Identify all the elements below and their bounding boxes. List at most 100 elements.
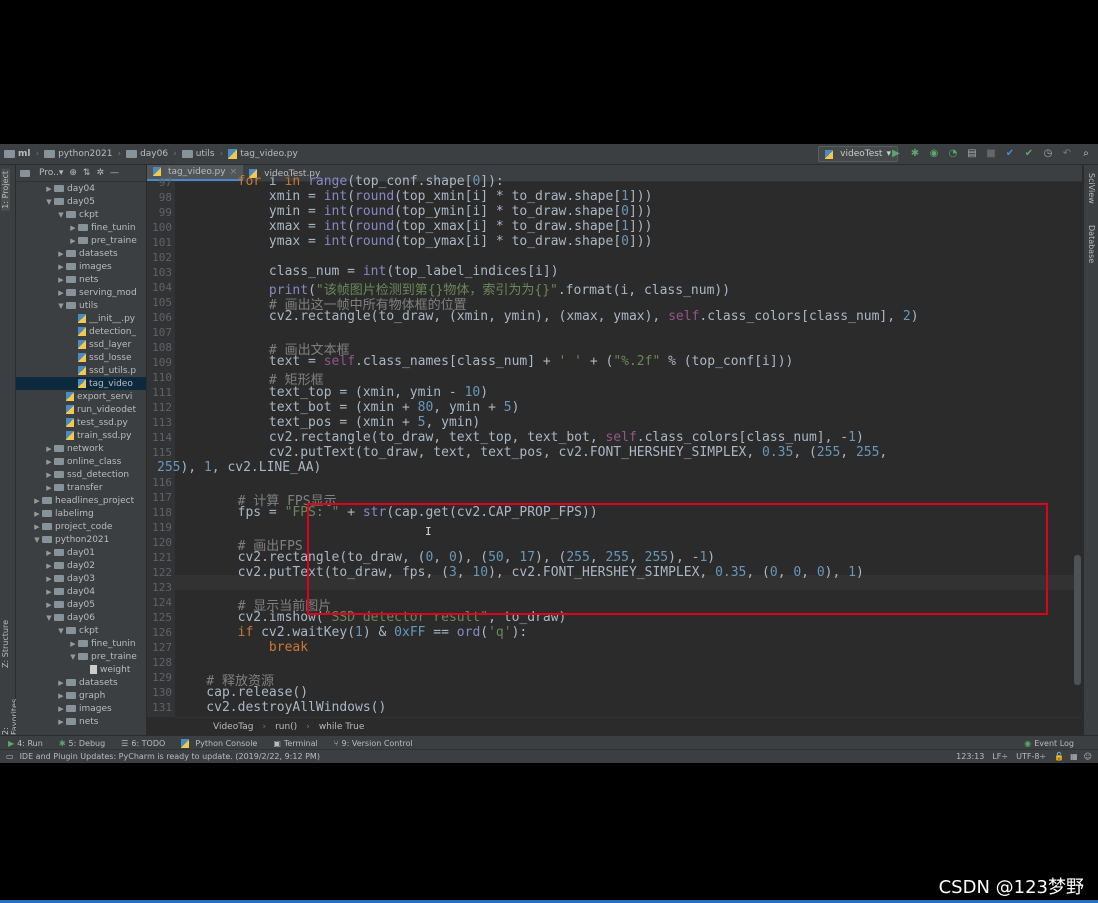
expanded-arrow-icon[interactable]: ▼ [56,211,66,219]
version-control-button[interactable]: ⑂ 9: Version Control [326,739,421,748]
collapsed-arrow-icon[interactable]: ▶ [56,289,66,297]
search-icon[interactable]: ⌕ [1080,146,1092,160]
python-console-button[interactable]: Python Console [173,738,265,748]
code-content[interactable]: for i in range(top_conf.shape[0]): xmin … [157,174,1080,717]
collapsed-arrow-icon[interactable]: ▶ [56,250,66,258]
collapsed-arrow-icon[interactable]: ▶ [44,562,54,570]
gear-icon[interactable]: ✲ [96,168,104,178]
nav-crumb-ml[interactable]: ml [0,149,34,159]
collapsed-arrow-icon[interactable]: ▶ [56,705,66,713]
tree-item[interactable]: ▶ network [16,442,146,455]
collapsed-arrow-icon[interactable]: ▶ [32,523,42,531]
expanded-arrow-icon[interactable]: ▼ [56,627,66,635]
inspector-icon[interactable]: ☺ [1084,752,1098,761]
tree-item[interactable]: ▶ nets [16,273,146,286]
tree-item[interactable]: __init__.py [16,312,146,325]
tree-item[interactable]: ▼ day05 [16,195,146,208]
stop-icon[interactable]: ■ [985,146,997,160]
collapsed-arrow-icon[interactable]: ▶ [56,692,66,700]
tree-item[interactable]: ▼ ckpt [16,208,146,221]
collapsed-arrow-icon[interactable]: ▶ [44,575,54,583]
tree-item[interactable]: ssd_losse [16,351,146,364]
tree-item[interactable]: weight [16,663,146,676]
debug-tool-button[interactable]: ✱ 5: Debug [51,739,113,748]
tree-item[interactable]: ▶ fine_tunin [16,221,146,234]
tree-item[interactable]: train_ssd.py [16,429,146,442]
tree-item[interactable]: ▶ datasets [16,676,146,689]
project-view-select[interactable]: Pro..▾ [39,168,63,178]
vcs-commit-icon[interactable]: ✔ [1023,146,1035,160]
collapsed-arrow-icon[interactable]: ▶ [44,458,54,466]
tree-item[interactable]: ssd_layer [16,338,146,351]
collapsed-arrow-icon[interactable]: ▶ [44,601,54,609]
tree-item[interactable]: ▶ day04 [16,585,146,598]
collapsed-arrow-icon[interactable]: ▶ [44,445,54,453]
nav-crumb-utils[interactable]: utils [178,149,219,159]
collapsed-arrow-icon[interactable]: ▶ [44,588,54,596]
revert-icon[interactable]: ↶ [1061,146,1073,160]
history-icon[interactable]: ◷ [1042,146,1054,160]
tree-item[interactable]: ▶ pre_traine [16,234,146,247]
tree-item[interactable]: ▶ nets [16,715,146,728]
tree-item[interactable]: ▶ day02 [16,559,146,572]
tree-item[interactable]: ▶ day05 [16,598,146,611]
tree-item[interactable]: detection_ [16,325,146,338]
tree-item[interactable]: ▶ headlines_project [16,494,146,507]
collapsed-arrow-icon[interactable]: ▶ [56,263,66,271]
collapsed-arrow-icon[interactable]: ▶ [56,718,66,726]
run-tool-button[interactable]: ▶ 4: Run [0,739,51,748]
collapsed-arrow-icon[interactable]: ▶ [44,471,54,479]
collapsed-arrow-icon[interactable]: ▶ [32,497,42,505]
status-message[interactable]: IDE and Plugin Updates: PyCharm is ready… [20,752,320,761]
todo-tool-button[interactable]: ☰ 6: TODO [113,739,173,748]
terminal-button[interactable]: ▣ Terminal [265,739,325,748]
collapsed-arrow-icon[interactable]: ▶ [68,640,78,648]
tree-item[interactable]: run_videodet [16,403,146,416]
sciview-tool-tab[interactable]: SciView [1087,173,1096,204]
lock-icon[interactable]: 🔓 [1054,752,1070,761]
target-icon[interactable]: ⊕ [69,168,77,178]
collapsed-arrow-icon[interactable]: ▶ [44,549,54,557]
tree-item[interactable]: export_servi [16,390,146,403]
collapsed-arrow-icon[interactable]: ▶ [44,484,54,492]
tree-item[interactable]: ▶ day04 [16,182,146,195]
tree-item[interactable]: ▶ day03 [16,572,146,585]
database-tool-tab[interactable]: Database [1087,225,1096,263]
debug-icon[interactable]: ✱ [909,146,921,160]
expanded-arrow-icon[interactable]: ▼ [32,536,42,544]
expanded-arrow-icon[interactable]: ▼ [44,198,54,206]
tree-item[interactable]: ▶ graph [16,689,146,702]
run-configuration-select[interactable]: videoTest ▾ [818,146,898,162]
tree-item[interactable]: ▶ images [16,702,146,715]
run-icon[interactable]: ▶ [890,146,902,160]
expanded-arrow-icon[interactable]: ▼ [44,614,54,622]
structure-tool-tab[interactable]: Z: Structure [1,620,10,668]
collapse-icon[interactable]: ⇅ [83,168,91,178]
profile-icon[interactable]: ◔ [947,146,959,160]
tree-item[interactable]: test_ssd.py [16,416,146,429]
tree-item[interactable]: ▼ utils [16,299,146,312]
collapsed-arrow-icon[interactable]: ▶ [68,237,78,245]
tree-item[interactable]: ▼ pre_traine [16,650,146,663]
tree-item[interactable]: ▶ labelimg [16,507,146,520]
project-tool-tab[interactable]: 1: Project [1,169,10,211]
tree-item[interactable]: ▶ project_code [16,520,146,533]
collapsed-arrow-icon[interactable]: ▶ [32,510,42,518]
tree-item[interactable]: ▼ day06 [16,611,146,624]
breadcrumb-loop[interactable]: while True [319,722,365,732]
tree-item[interactable]: ▶ fine_tunin [16,637,146,650]
tree-item[interactable]: ▶ ssd_detection [16,468,146,481]
collapsed-arrow-icon[interactable]: ▶ [44,185,54,193]
line-separator[interactable]: LF÷ [992,752,1016,761]
tree-item[interactable]: ▼ python2021 [16,533,146,546]
coverage-icon[interactable]: ◉ [928,146,940,160]
tree-item[interactable]: ▶ serving_mod [16,286,146,299]
nav-crumb-python2021[interactable]: python2021 [40,149,116,159]
vcs-update-icon[interactable]: ✔ [1004,146,1016,160]
tree-item[interactable]: ▶ online_class [16,455,146,468]
hide-icon[interactable]: — [110,168,119,178]
collapsed-arrow-icon[interactable]: ▶ [56,679,66,687]
vertical-scrollbar[interactable] [1074,555,1081,685]
breadcrumb-class[interactable]: VideoTag [213,722,253,732]
file-encoding[interactable]: UTF-8÷ [1016,752,1054,761]
